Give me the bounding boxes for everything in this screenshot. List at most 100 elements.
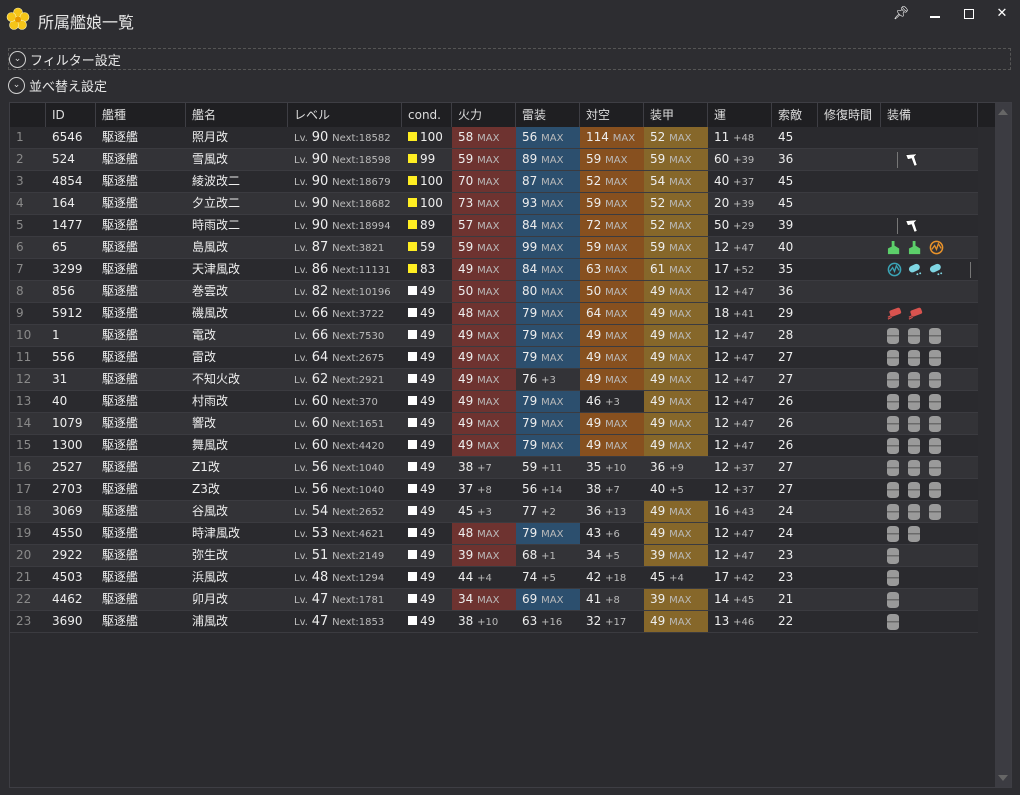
- aircraft-icon[interactable]: [904, 152, 919, 167]
- drum-icon[interactable]: [887, 437, 899, 454]
- drum-icon[interactable]: [887, 349, 899, 366]
- torpedo-bonus: MAX: [541, 397, 564, 408]
- drum-icon[interactable]: [887, 459, 899, 476]
- table-row[interactable]: 21 4503 駆逐艦 浜風改 Lv. 48 Next:1294 49 44 +4 74 +5…: [10, 567, 978, 589]
- column-header-row-number[interactable]: [10, 103, 46, 127]
- table-row[interactable]: 22 4462 駆逐艦 卯月改 Lv. 47 Next:1781 49 34 MAX 69 M…: [10, 589, 978, 611]
- column-header-cond[interactable]: cond.: [402, 103, 452, 127]
- drum-icon[interactable]: [908, 503, 920, 520]
- radar-teal-icon[interactable]: [887, 262, 902, 277]
- depth-charge-icon[interactable]: [908, 262, 923, 277]
- drum-icon[interactable]: [929, 437, 941, 454]
- torpedo-bonus: MAX: [541, 441, 564, 452]
- drum-icon[interactable]: [929, 481, 941, 498]
- drum-icon[interactable]: [908, 525, 920, 542]
- drum-icon[interactable]: [929, 327, 941, 344]
- table-row[interactable]: 5 1477 駆逐艦 時雨改二 Lv. 90 Next:18994 89 57 MAX 84 …: [10, 215, 978, 237]
- gun-icon[interactable]: [887, 240, 902, 255]
- drum-icon[interactable]: [929, 415, 941, 432]
- drum-icon[interactable]: [929, 393, 941, 410]
- maximize-icon[interactable]: [957, 4, 981, 24]
- drum-icon[interactable]: [929, 349, 941, 366]
- depth-charge-icon[interactable]: [929, 262, 944, 277]
- drum-icon[interactable]: [908, 437, 920, 454]
- column-header-anti-air[interactable]: 対空: [580, 103, 644, 127]
- table-row[interactable]: 2 524 駆逐艦 雪風改 Lv. 90 Next:18598 99 59 MAX 89 MA…: [10, 149, 978, 171]
- table-row[interactable]: 12 31 駆逐艦 不知火改 Lv. 62 Next:2921 49 49 MAX 76 +3…: [10, 369, 978, 391]
- drum-icon[interactable]: [908, 481, 920, 498]
- table-row[interactable]: 15 1300 駆逐艦 舞風改 Lv. 60 Next:4420 49 49 MAX 79 M…: [10, 435, 978, 457]
- table-row[interactable]: 4 164 駆逐艦 夕立改二 Lv. 90 Next:18682 100 73 MAX 93 …: [10, 193, 978, 215]
- column-header-level[interactable]: レベル: [288, 103, 402, 127]
- firepower-stat: 38 +10: [452, 611, 516, 632]
- sort-settings-expander[interactable]: ⌄ 並べ替え設定: [8, 74, 107, 96]
- column-header-ship-name[interactable]: 艦名: [186, 103, 288, 127]
- drum-icon[interactable]: [887, 613, 899, 630]
- drum-icon[interactable]: [908, 371, 920, 388]
- table-row[interactable]: 7 3299 駆逐艦 天津風改 Lv. 86 Next:11131 83 49 MAX 84 …: [10, 259, 978, 281]
- drum-icon[interactable]: [908, 393, 920, 410]
- drum-icon[interactable]: [908, 349, 920, 366]
- table-row[interactable]: 13 40 駆逐艦 村雨改 Lv. 60 Next:370 49 49 MAX 79 MAX 4…: [10, 391, 978, 413]
- ship-id: 556: [52, 350, 75, 364]
- vertical-scrollbar[interactable]: [995, 103, 1011, 787]
- torpedo-icon[interactable]: [908, 306, 923, 321]
- drum-icon[interactable]: [887, 393, 899, 410]
- minimize-icon[interactable]: [923, 4, 947, 24]
- column-header-firepower[interactable]: 火力: [452, 103, 516, 127]
- column-header-luck[interactable]: 運: [708, 103, 772, 127]
- radar-orange-icon[interactable]: [929, 240, 944, 255]
- luck-stat: 50 +29: [708, 215, 772, 236]
- column-header-ship-type[interactable]: 艦種: [96, 103, 186, 127]
- table-row[interactable]: 6 65 駆逐艦 島風改 Lv. 87 Next:3821 59 59 MAX 99 MAX 5…: [10, 237, 978, 259]
- drum-icon[interactable]: [908, 459, 920, 476]
- aircraft-icon[interactable]: [904, 218, 919, 233]
- los-stat: 23: [778, 570, 794, 584]
- anti-air-value: 42: [586, 570, 602, 584]
- column-header-armor[interactable]: 装甲: [644, 103, 708, 127]
- table-row[interactable]: 3 4854 駆逐艦 綾波改二 Lv. 90 Next:18679 100 70 MAX 87…: [10, 171, 978, 193]
- drum-icon[interactable]: [887, 415, 899, 432]
- drum-icon[interactable]: [887, 569, 899, 586]
- torpedo-icon[interactable]: [887, 306, 902, 321]
- filter-settings-expander[interactable]: ⌄ フィルター設定: [8, 48, 1011, 70]
- column-header-los[interactable]: 索敵: [772, 103, 818, 127]
- table-row[interactable]: 20 2922 駆逐艦 弥生改 Lv. 51 Next:2149 49 39 MAX 68 +…: [10, 545, 978, 567]
- table-row[interactable]: 18 3069 駆逐艦 谷風改 Lv. 54 Next:2652 49 45 +3 77 +2…: [10, 501, 978, 523]
- column-header-equipment[interactable]: 装備: [881, 103, 978, 127]
- drum-icon[interactable]: [887, 327, 899, 344]
- drum-icon[interactable]: [887, 481, 899, 498]
- table-row[interactable]: 9 5912 駆逐艦 磯風改 Lv. 66 Next:3722 49 48 MAX 79 MA…: [10, 303, 978, 325]
- drum-icon[interactable]: [929, 371, 941, 388]
- table-row[interactable]: 16 2527 駆逐艦 Z1改 Lv. 56 Next:1040 49 38 +7 59 +1…: [10, 457, 978, 479]
- scroll-up-icon[interactable]: [998, 109, 1008, 115]
- drum-icon[interactable]: [887, 503, 899, 520]
- drum-icon[interactable]: [908, 327, 920, 344]
- column-header-torpedo[interactable]: 雷装: [516, 103, 580, 127]
- gun-icon[interactable]: [908, 240, 923, 255]
- column-header-repair-time[interactable]: 修復時間: [818, 103, 881, 127]
- anti-air-bonus: MAX: [605, 419, 628, 430]
- column-header-id[interactable]: ID: [46, 103, 96, 127]
- scroll-down-icon[interactable]: [998, 775, 1008, 781]
- table-row[interactable]: 10 1 駆逐艦 電改 Lv. 66 Next:7530 49 49 MAX 79 MAX 49…: [10, 325, 978, 347]
- level-value: 66: [311, 328, 329, 343]
- table-row[interactable]: 19 4550 駆逐艦 時津風改 Lv. 53 Next:4621 49 48 MAX 79 …: [10, 523, 978, 545]
- equipment-slots: [881, 237, 978, 258]
- pin-icon[interactable]: 📌︎: [889, 4, 913, 24]
- table-row[interactable]: 14 1079 駆逐艦 響改 Lv. 60 Next:1651 49 49 MAX 79 MA…: [10, 413, 978, 435]
- drum-icon[interactable]: [887, 547, 899, 564]
- drum-icon[interactable]: [929, 459, 941, 476]
- drum-icon[interactable]: [929, 503, 941, 520]
- drum-icon[interactable]: [908, 415, 920, 432]
- table-row[interactable]: 23 3690 駆逐艦 浦風改 Lv. 47 Next:1853 49 38 +10 63 +…: [10, 611, 978, 633]
- drum-icon[interactable]: [887, 525, 899, 542]
- drum-icon[interactable]: [887, 591, 899, 608]
- drum-icon[interactable]: [887, 371, 899, 388]
- table-row[interactable]: 17 2703 駆逐艦 Z3改 Lv. 56 Next:1040 49 37 +8 56 +1…: [10, 479, 978, 501]
- close-icon[interactable]: ✕: [990, 4, 1014, 24]
- table-row[interactable]: 11 556 駆逐艦 雷改 Lv. 64 Next:2675 49 49 MAX 79 MAX…: [10, 347, 978, 369]
- table-row[interactable]: 1 6546 駆逐艦 照月改 Lv. 90 Next:18582 100 58 MAX 56 …: [10, 127, 978, 149]
- luck-bonus: +37: [733, 177, 755, 188]
- table-row[interactable]: 8 856 駆逐艦 巻雲改 Lv. 82 Next:10196 49 50 MAX 80 MA…: [10, 281, 978, 303]
